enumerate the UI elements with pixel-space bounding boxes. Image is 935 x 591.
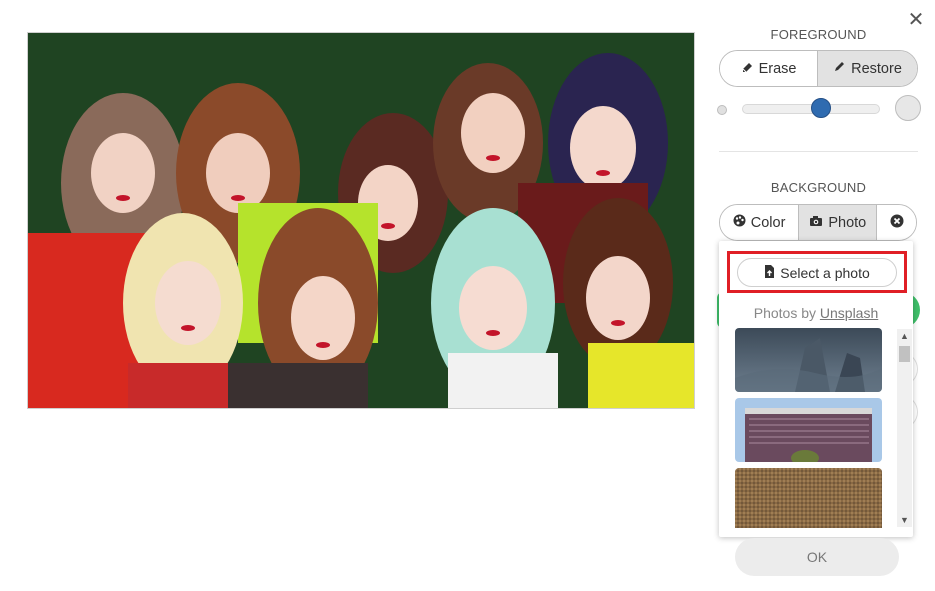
photo-button[interactable]: Photo bbox=[799, 205, 878, 240]
thumbnail-scrollbar[interactable]: ▲ ▼ bbox=[897, 329, 912, 527]
foreground-mode-toggle: Erase Restore bbox=[719, 50, 918, 87]
photo-picker-popup: Select a photo Photos by Unsplash ▲ ▼ bbox=[719, 241, 913, 537]
large-brush-icon bbox=[895, 95, 921, 121]
palette-icon bbox=[733, 214, 746, 231]
hotel-building-photo[interactable] bbox=[735, 398, 882, 462]
select-photo-highlight: Select a photo bbox=[727, 251, 907, 293]
file-upload-icon bbox=[764, 264, 775, 281]
credit-prefix: Photos by bbox=[753, 305, 816, 321]
photo-thumbnail-list bbox=[735, 328, 882, 528]
background-mode-toggle: Color Photo bbox=[719, 204, 917, 241]
photo-credit: Photos by Unsplash bbox=[719, 305, 913, 321]
brush-size-slider[interactable] bbox=[717, 94, 921, 122]
background-title: BACKGROUND bbox=[770, 180, 867, 195]
select-photo-label: Select a photo bbox=[780, 264, 870, 281]
section-divider bbox=[719, 151, 918, 152]
color-button[interactable]: Color bbox=[720, 205, 800, 240]
remove-background-button[interactable] bbox=[877, 205, 916, 240]
erase-button[interactable]: Erase bbox=[720, 51, 819, 86]
select-photo-button[interactable]: Select a photo bbox=[737, 258, 897, 287]
group-photo bbox=[28, 33, 694, 408]
restore-label: Restore bbox=[851, 60, 902, 77]
slider-thumb[interactable] bbox=[810, 98, 831, 118]
image-canvas[interactable] bbox=[27, 32, 695, 409]
scroll-thumb[interactable] bbox=[899, 346, 910, 362]
erase-label: Erase bbox=[758, 60, 797, 77]
scroll-up-icon[interactable]: ▲ bbox=[897, 329, 912, 343]
photo-label: Photo bbox=[828, 214, 867, 231]
eraser-icon bbox=[741, 60, 754, 77]
unsplash-link[interactable]: Unsplash bbox=[820, 305, 878, 321]
close-circle-icon bbox=[890, 214, 904, 232]
color-label: Color bbox=[750, 214, 786, 231]
ok-button[interactable]: OK bbox=[735, 538, 899, 576]
camera-icon bbox=[809, 215, 823, 231]
burlap-texture-photo[interactable] bbox=[735, 468, 882, 528]
scroll-down-icon[interactable]: ▼ bbox=[897, 513, 912, 527]
small-brush-icon bbox=[717, 105, 727, 115]
city-skyscraper-photo[interactable] bbox=[735, 328, 882, 392]
restore-button[interactable]: Restore bbox=[818, 51, 917, 86]
foreground-title: FOREGROUND bbox=[770, 27, 867, 42]
pencil-icon bbox=[833, 60, 846, 77]
